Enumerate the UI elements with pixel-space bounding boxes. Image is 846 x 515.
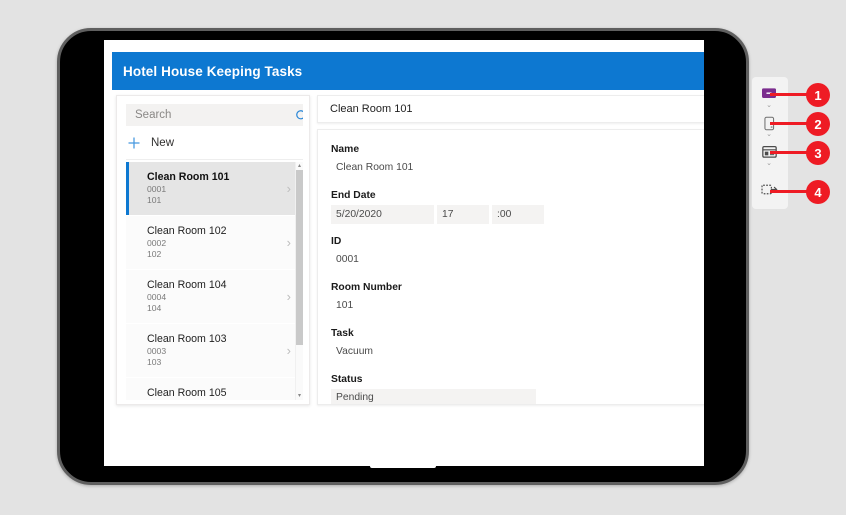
list-item-title: Clean Room 103 bbox=[147, 333, 227, 345]
list-item[interactable]: Clean Room 102 0002 102 › bbox=[126, 216, 303, 270]
list-item[interactable]: Clean Room 101 0001 101 › bbox=[126, 162, 303, 216]
list-item-room: 103 bbox=[147, 357, 162, 367]
list-item[interactable]: Clean Room 105 0005 105 › bbox=[126, 378, 303, 400]
scroll-down-arrow-icon[interactable]: ▾ bbox=[296, 392, 303, 400]
callout-badge-number: 2 bbox=[806, 112, 830, 136]
field-end-date-label: End Date bbox=[331, 190, 376, 201]
field-id-value[interactable]: 0001 bbox=[331, 251, 536, 268]
app-title-bar: Hotel House Keeping Tasks bbox=[112, 52, 704, 90]
new-item-button[interactable]: New bbox=[126, 133, 174, 153]
field-end-date: End Date 5/20/2020 17 :00 bbox=[331, 190, 544, 224]
field-id: ID 0001 bbox=[331, 236, 536, 268]
chevron-down-icon[interactable]: ⌄ bbox=[763, 102, 775, 110]
list-item-text: Clean Room 103 0003 103 bbox=[126, 333, 271, 368]
list-item-title: Clean Room 101 bbox=[147, 171, 230, 183]
chevron-down-icon[interactable]: ⌄ bbox=[763, 160, 775, 168]
tablet-device-frame: Hotel House Keeping Tasks Search New Cle… bbox=[57, 28, 749, 485]
app-content: New Clean Room 101 0001 101 › bbox=[112, 95, 704, 440]
callout-leader-line bbox=[770, 93, 810, 96]
scroll-up-arrow-icon[interactable]: ▴ bbox=[296, 162, 303, 170]
detail-header: Clean Room 101 bbox=[317, 95, 704, 123]
app-title: Hotel House Keeping Tasks bbox=[123, 63, 303, 79]
end-date-minute-input[interactable]: :00 bbox=[492, 205, 544, 224]
list-item-title: Clean Room 105 bbox=[147, 387, 227, 399]
list-item-id: 0002 bbox=[147, 238, 167, 248]
field-status-label: Status bbox=[331, 374, 363, 385]
list-item-id: 0001 bbox=[147, 184, 167, 194]
field-name-value[interactable]: Clean Room 101 bbox=[331, 159, 536, 176]
list-item-room: 104 bbox=[147, 303, 162, 313]
field-name-label: Name bbox=[331, 144, 360, 155]
detail-panel: Clean Room 101 Name Clean Room 101 End D… bbox=[317, 95, 704, 405]
list-item-title: Clean Room 102 bbox=[147, 225, 227, 237]
list-item-title: Clean Room 104 bbox=[147, 279, 227, 291]
search-box[interactable] bbox=[126, 104, 303, 126]
list-item-room: 102 bbox=[147, 249, 162, 259]
list-divider bbox=[126, 159, 303, 160]
end-date-hour-input[interactable]: 17 bbox=[437, 205, 489, 224]
field-name: Name Clean Room 101 bbox=[331, 144, 536, 176]
tablet-screen: Hotel House Keeping Tasks Search New Cle… bbox=[104, 40, 704, 466]
list-item-text: Clean Room 101 0001 101 bbox=[126, 171, 271, 206]
search-input[interactable] bbox=[126, 104, 287, 126]
plus-icon bbox=[126, 135, 142, 151]
chevron-down-icon[interactable]: ⌄ bbox=[763, 131, 775, 139]
list-item-text: Clean Room 104 0004 104 bbox=[126, 279, 271, 314]
list-item[interactable]: Clean Room 104 0004 104 › bbox=[126, 270, 303, 324]
field-id-label: ID bbox=[331, 236, 342, 247]
end-date-date-input[interactable]: 5/20/2020 bbox=[331, 205, 434, 224]
task-list[interactable]: Clean Room 101 0001 101 › Clean Room 102… bbox=[126, 162, 303, 400]
field-status: Status Pending bbox=[331, 374, 536, 404]
detail-header-title: Clean Room 101 bbox=[330, 103, 413, 115]
list-item-room: 101 bbox=[147, 195, 162, 205]
field-room-number-value[interactable]: 101 bbox=[331, 297, 536, 314]
field-task: Task Vacuum bbox=[331, 328, 536, 360]
end-date-inputs: 5/20/2020 17 :00 bbox=[331, 205, 544, 224]
field-status-value[interactable]: Pending bbox=[331, 389, 536, 404]
field-task-value[interactable]: Vacuum bbox=[331, 343, 536, 360]
callout-badge-number: 1 bbox=[806, 83, 830, 107]
gallery-panel: New Clean Room 101 0001 101 › bbox=[116, 95, 310, 405]
list-item[interactable]: Clean Room 103 0003 103 › bbox=[126, 324, 303, 378]
new-item-label: New bbox=[151, 137, 175, 149]
field-task-label: Task bbox=[331, 328, 354, 339]
list-item-text: Clean Room 102 0002 102 bbox=[126, 225, 271, 260]
list-item-id: 0004 bbox=[147, 292, 167, 302]
callout-leader-line bbox=[770, 122, 810, 125]
callout-leader-line bbox=[770, 190, 810, 193]
list-item-text: Clean Room 105 0005 105 bbox=[126, 387, 271, 400]
callout-badge-number: 3 bbox=[806, 141, 830, 165]
search-icon[interactable] bbox=[295, 109, 303, 123]
home-indicator bbox=[370, 464, 436, 468]
field-room-number: Room Number 101 bbox=[331, 282, 536, 314]
callout-badge-number: 4 bbox=[806, 180, 830, 204]
app-canvas: Hotel House Keeping Tasks Search New Cle… bbox=[104, 40, 704, 466]
detail-form: Name Clean Room 101 End Date 5/20/2020 1… bbox=[317, 129, 704, 405]
field-room-number-label: Room Number bbox=[331, 282, 402, 293]
list-scrollbar[interactable]: ▴ ▾ bbox=[295, 162, 303, 400]
list-item-id: 0003 bbox=[147, 346, 167, 356]
callout-leader-line bbox=[770, 151, 810, 154]
scrollbar-thumb[interactable] bbox=[296, 170, 303, 345]
